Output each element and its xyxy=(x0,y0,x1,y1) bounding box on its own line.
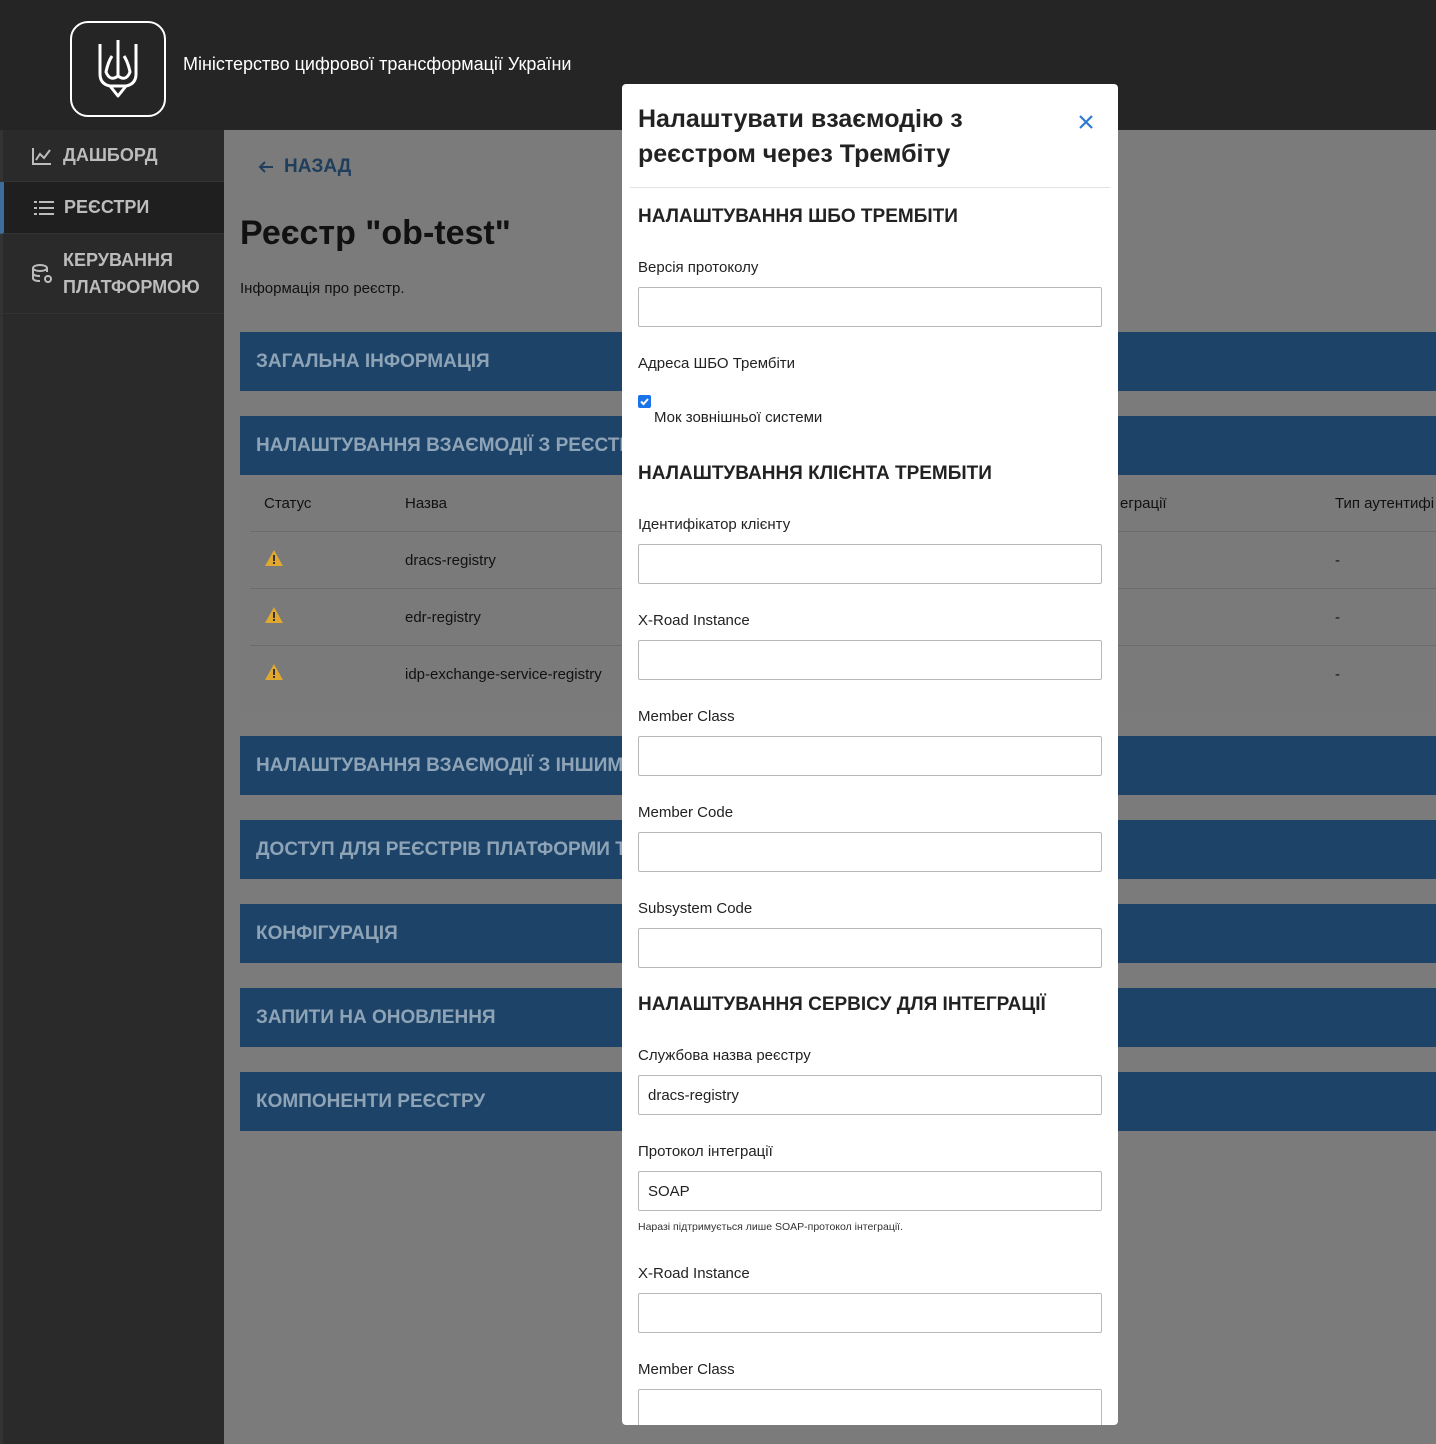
integration-protocol-label: Протокол інтеграції xyxy=(638,1143,773,1160)
table-cell-auth: - xyxy=(1335,609,1340,626)
arrow-left-icon xyxy=(258,161,273,173)
warning-icon xyxy=(265,550,283,566)
page-title: Реєстр "ob-test" xyxy=(240,214,511,252)
integration-protocol-input[interactable] xyxy=(638,1171,1102,1211)
list-icon xyxy=(34,200,54,215)
sidebar-item-label: Реєстри xyxy=(64,197,150,217)
subsystem-code-input[interactable] xyxy=(638,928,1102,968)
member-code-label: Member Code xyxy=(638,804,734,821)
shbo-address-label: Адреса ШБО Трембіти xyxy=(638,355,796,372)
registry-service-name-input[interactable] xyxy=(638,1075,1102,1115)
database-gear-icon xyxy=(32,263,52,283)
xroad-instance-label: X-Road Instance xyxy=(638,612,750,629)
section-trembita-shbo: Налаштування ШБО Трембіти xyxy=(638,206,958,227)
table-header-name: Назва xyxy=(405,495,448,512)
table-cell-name: idp-exchange-service-registry xyxy=(405,666,602,683)
service-xroad-instance-input[interactable] xyxy=(638,1293,1102,1333)
sidebar-item-label: Керування платформою xyxy=(63,247,200,301)
accordion-label: Запити на оновлення xyxy=(256,1006,496,1028)
table-cell-name: edr-registry xyxy=(405,609,481,626)
sidebar: Дашборд Реєстри Керування платформою xyxy=(0,130,224,1444)
modal-title: Налаштувати взаємодію з реєстром через Т… xyxy=(638,105,963,168)
table-header-integration: еграції xyxy=(1120,495,1167,512)
table-header-status: Статус xyxy=(264,495,312,512)
member-code-input[interactable] xyxy=(638,832,1102,872)
sidebar-item-label: Дашборд xyxy=(63,145,158,165)
section-service-integration: Налаштування сервісу для інтеграції xyxy=(638,994,1046,1015)
ministry-name[interactable]: Міністерство цифрової трансформації Укра… xyxy=(183,54,571,75)
table-cell-auth: - xyxy=(1335,666,1340,683)
mock-checkbox[interactable] xyxy=(638,395,651,408)
sidebar-item-label-line2: платформою xyxy=(63,276,200,297)
member-class-input[interactable] xyxy=(638,736,1102,776)
sidebar-item-label-line1: Керування xyxy=(63,249,173,270)
checkmark-icon xyxy=(640,398,649,406)
modal-divider xyxy=(630,187,1110,188)
sidebar-item-registries[interactable]: Реєстри xyxy=(0,182,224,234)
page-subtitle: Інформація про реєстр. xyxy=(240,280,405,297)
chart-icon xyxy=(32,147,51,165)
mock-checkbox-label[interactable]: Мок зовнішньої системи xyxy=(654,409,822,426)
member-class-label: Member Class xyxy=(638,708,735,725)
trembita-config-modal: Налаштувати взаємодію з реєстром через Т… xyxy=(622,84,1118,1425)
accordion-label: Компоненти реєстру xyxy=(256,1090,486,1112)
protocol-version-label: Версія протоколу xyxy=(638,259,759,276)
sidebar-item-platform-management[interactable]: Керування платформою xyxy=(3,234,224,314)
back-button[interactable]: Назад xyxy=(258,156,351,178)
integration-protocol-hint: Наразі підтримується лише SOAP-протокол … xyxy=(638,1221,904,1233)
back-label: Назад xyxy=(284,156,352,177)
close-icon[interactable] xyxy=(1076,112,1096,132)
table-cell-auth: - xyxy=(1335,552,1340,569)
subsystem-code-label: Subsystem Code xyxy=(638,900,753,917)
accordion-label: Конфігурація xyxy=(256,922,398,944)
protocol-version-input[interactable] xyxy=(638,287,1102,327)
warning-icon xyxy=(265,664,283,680)
registry-service-name-label: Службова назва реєстру xyxy=(638,1047,811,1064)
warning-icon xyxy=(265,607,283,623)
section-trembita-client: Налаштування клієнта Трембіти xyxy=(638,463,992,484)
client-id-input[interactable] xyxy=(638,544,1102,584)
table-header-auth-type: Тип аутентифі xyxy=(1335,495,1435,512)
service-member-class-label: Member Class xyxy=(638,1361,735,1378)
xroad-instance-input[interactable] xyxy=(638,640,1102,680)
service-member-class-input[interactable] xyxy=(638,1389,1102,1425)
sidebar-item-dashboard[interactable]: Дашборд xyxy=(3,130,224,182)
trident-icon[interactable] xyxy=(70,21,166,117)
service-xroad-instance-label: X-Road Instance xyxy=(638,1265,750,1282)
client-id-label: Ідентифікатор клієнту xyxy=(638,516,791,533)
accordion-label: Загальна інформація xyxy=(256,350,490,372)
table-cell-name: dracs-registry xyxy=(405,552,496,569)
